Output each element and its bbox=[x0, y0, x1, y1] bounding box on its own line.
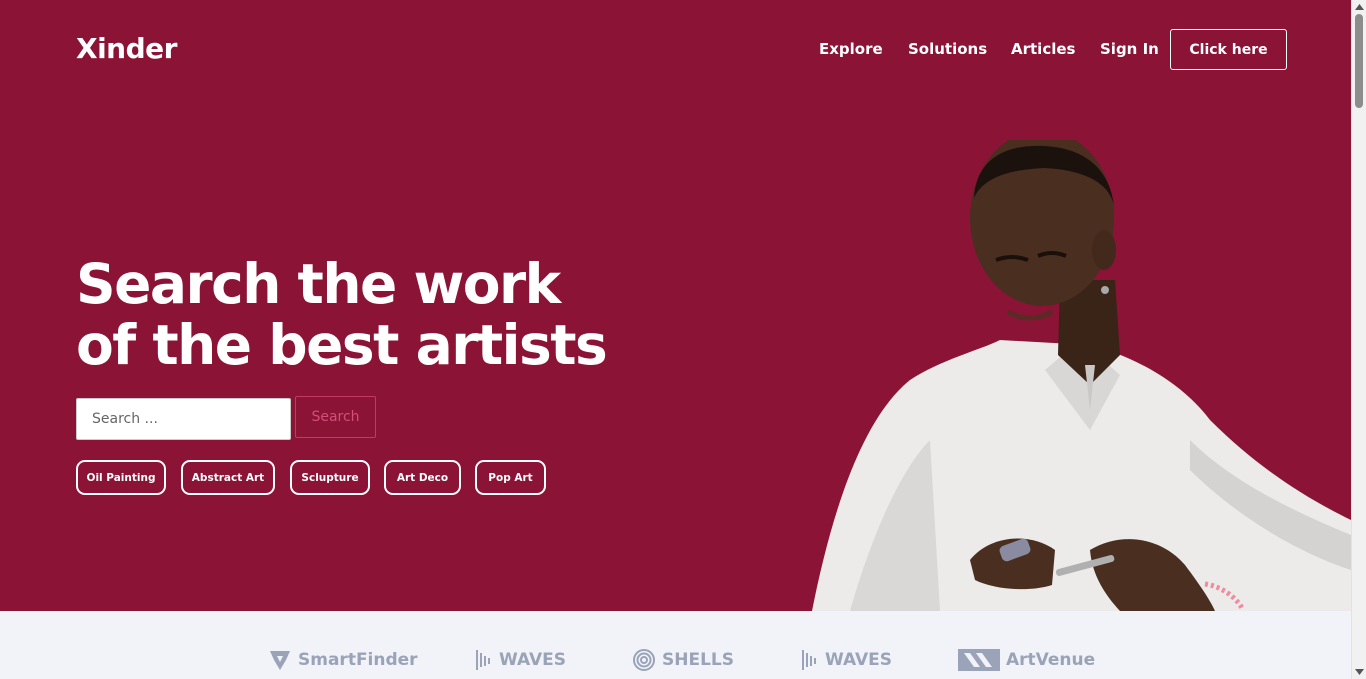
partner-logo-label: SHELLS bbox=[662, 650, 734, 670]
hero-artist-photo bbox=[812, 140, 1351, 611]
partner-logo-shells: SHELLS bbox=[632, 647, 734, 673]
partner-logo-label: SmartFinder bbox=[298, 650, 418, 670]
nav-link-sign-in[interactable]: Sign In bbox=[1100, 40, 1159, 58]
smartfinder-icon bbox=[270, 651, 290, 670]
search-button[interactable]: Search bbox=[295, 396, 376, 438]
tag-art-deco[interactable]: Art Deco bbox=[384, 460, 461, 495]
brand-logo[interactable]: Xinder bbox=[76, 32, 177, 65]
search-input[interactable] bbox=[76, 398, 291, 440]
partner-logo-label: ArtVenue bbox=[1006, 650, 1096, 670]
waves-icon bbox=[476, 650, 490, 670]
click-here-button[interactable]: Click here bbox=[1170, 29, 1287, 70]
partner-logo-strip: SmartFinder WAVES SHELLS WAVES ArtVenue bbox=[0, 611, 1351, 679]
nav-link-explore[interactable]: Explore bbox=[819, 40, 883, 58]
nav-link-articles[interactable]: Articles bbox=[1011, 40, 1075, 58]
shells-icon bbox=[633, 649, 655, 671]
partner-logo-label: WAVES bbox=[499, 650, 567, 670]
partner-logo-label: WAVES bbox=[825, 650, 893, 670]
waves-icon bbox=[802, 650, 816, 670]
partner-logo-artvenue: ArtVenue bbox=[958, 647, 1095, 673]
partner-logo-waves: WAVES bbox=[801, 647, 892, 673]
tag-pop-art[interactable]: Pop Art bbox=[475, 460, 546, 495]
tag-sclupture[interactable]: Sclupture bbox=[290, 460, 370, 495]
page-scrollbar[interactable] bbox=[1351, 0, 1366, 679]
partner-logo-waves: WAVES bbox=[475, 647, 566, 673]
partner-logo-smartfinder: SmartFinder bbox=[268, 647, 418, 673]
tag-abstract-art[interactable]: Abstract Art bbox=[181, 460, 275, 495]
hero-section: Xinder Explore Solutions Articles Sign I… bbox=[0, 0, 1351, 611]
scroll-up-arrow-icon[interactable] bbox=[1355, 4, 1364, 10]
page-viewport: Xinder Explore Solutions Articles Sign I… bbox=[0, 0, 1351, 679]
scroll-down-arrow-icon[interactable] bbox=[1355, 669, 1364, 675]
scrollbar-thumb[interactable] bbox=[1355, 14, 1363, 108]
tag-oil-painting[interactable]: Oil Painting bbox=[76, 460, 166, 495]
nav-link-solutions[interactable]: Solutions bbox=[908, 40, 987, 58]
hero-headline: Search the work of the best artists bbox=[76, 252, 608, 377]
artvenue-icon bbox=[958, 649, 1000, 671]
